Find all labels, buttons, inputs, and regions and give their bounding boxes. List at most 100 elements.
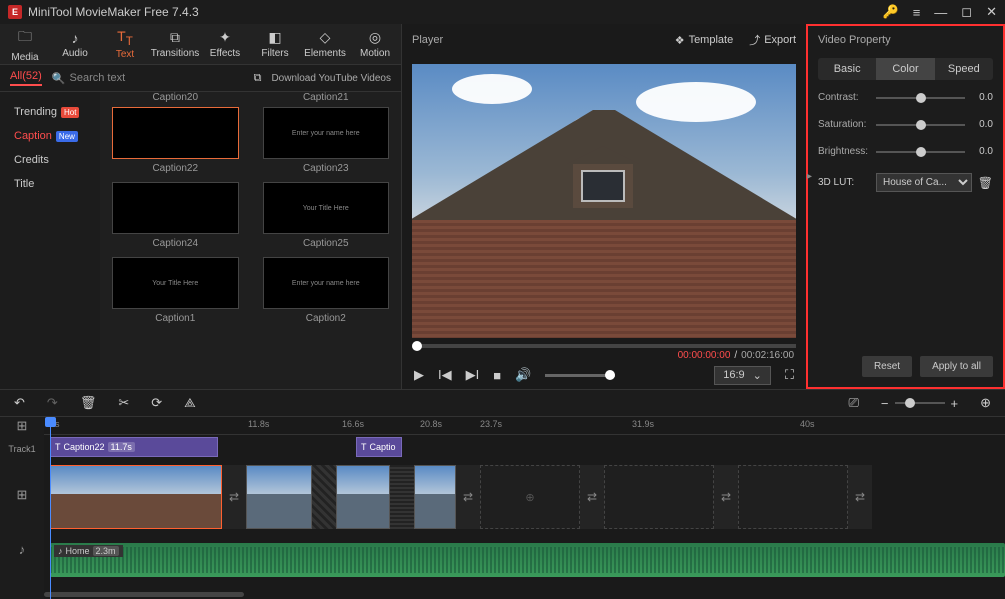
timeline-settings-icon[interactable]: ⊞ <box>0 417 44 435</box>
expand-panel-icon[interactable]: ▸ <box>807 171 812 182</box>
empty-clip-slot[interactable] <box>738 465 848 529</box>
volume-icon[interactable]: 🔊 <box>515 367 531 383</box>
play-button[interactable]: ▶ <box>414 367 424 383</box>
caption-preview <box>112 182 239 234</box>
playhead[interactable] <box>50 417 51 599</box>
redo-button[interactable]: ↷ <box>47 395 58 411</box>
menu-icon[interactable]: ≡ <box>913 5 921 20</box>
seg-color[interactable]: Color <box>876 58 934 80</box>
search-placeholder: Search text <box>70 72 126 84</box>
minimize-button[interactable]: — <box>934 5 947 20</box>
button-label: Template <box>689 34 734 46</box>
ruler-tick: 40s <box>800 419 815 429</box>
search-input[interactable]: 🔍 Search text <box>52 72 244 85</box>
timeline-scrollbar[interactable] <box>44 592 244 597</box>
caption-thumb[interactable]: Caption22 <box>112 107 239 174</box>
saturation-slider[interactable] <box>876 124 965 126</box>
tab-effects[interactable]: ✦Effects <box>200 24 250 64</box>
delete-button[interactable]: 🗑 <box>80 395 97 411</box>
zoom-out-button[interactable]: − <box>881 396 889 411</box>
maximize-button[interactable]: ◻ <box>961 4 972 20</box>
transition-slot[interactable] <box>312 465 336 529</box>
audio-track-icon[interactable]: ♪ <box>0 527 44 571</box>
download-youtube-link[interactable]: Download YouTube Videos <box>271 73 391 84</box>
tab-transitions[interactable]: ⧉Transitions <box>150 24 200 64</box>
video-clip[interactable] <box>336 465 390 529</box>
video-clip[interactable] <box>414 465 456 529</box>
sidebar-item-caption[interactable]: CaptionNew <box>0 124 100 148</box>
ruler-tick: 11.8s <box>248 419 269 429</box>
lut-delete-icon[interactable]: 🗑 <box>978 176 993 190</box>
next-frame-button[interactable]: ▶I <box>466 367 480 383</box>
sidebar-item-title[interactable]: Title <box>0 172 100 196</box>
transition-slot[interactable]: ⇄ <box>456 465 480 529</box>
tab-audio[interactable]: ♪Audio <box>50 24 100 64</box>
clip-label: Caption22 <box>64 442 105 452</box>
mixer-icon[interactable]: ⎚ <box>849 395 859 411</box>
close-button[interactable]: ✕ <box>986 4 997 20</box>
speed-button[interactable]: ⟳ <box>151 395 162 411</box>
filter-all[interactable]: All(52) <box>10 70 42 86</box>
fullscreen-button[interactable]: ⛶ <box>785 367 794 383</box>
volume-slider[interactable] <box>545 374 615 377</box>
progress-bar[interactable] <box>412 344 796 348</box>
lut-select[interactable]: House of Ca... <box>876 173 972 192</box>
caption-thumb[interactable]: Your Title HereCaption25 <box>263 182 390 249</box>
tab-media[interactable]: 🗀Media <box>0 24 50 64</box>
transition-slot[interactable]: ⇄ <box>222 465 246 529</box>
caption-preview <box>112 107 239 159</box>
zoom-in-button[interactable]: + <box>951 396 959 411</box>
apply-all-button[interactable]: Apply to all <box>920 356 993 377</box>
seg-speed[interactable]: Speed <box>935 58 993 80</box>
zoom-slider[interactable] <box>895 402 945 404</box>
template-button[interactable]: ❖Template <box>675 34 734 47</box>
caption-clip[interactable]: T Captio <box>356 437 402 457</box>
clip-label: Home <box>66 546 90 556</box>
contrast-slider[interactable] <box>876 97 965 99</box>
transition-slot[interactable]: ⇄ <box>714 465 738 529</box>
audio-clip[interactable]: ♪ Home 2.3m <box>50 543 1005 577</box>
sidebar-item-trending[interactable]: TrendingHot <box>0 100 100 124</box>
zoom-fit-button[interactable]: ⊕ <box>980 395 991 411</box>
sidebar-item-credits[interactable]: Credits <box>0 148 100 172</box>
transition-slot[interactable]: ⇄ <box>848 465 872 529</box>
sidebar-item-label: Title <box>14 178 34 190</box>
undo-button[interactable]: ↶ <box>14 395 25 411</box>
crop-button[interactable]: ⟁ <box>184 395 196 411</box>
download-icon: ⧉ <box>254 72 262 85</box>
license-key-icon[interactable]: 🔑 <box>883 4 899 20</box>
tab-elements[interactable]: ◇Elements <box>300 24 350 64</box>
caption-thumb[interactable]: Enter your name hereCaption23 <box>263 107 390 174</box>
caption-thumb[interactable]: Enter your name hereCaption2 <box>263 257 390 324</box>
text-clip-icon: T <box>361 442 367 452</box>
timeline-ruler[interactable]: 0s 11.8s 16.6s 20.8s 23.7s 31.9s 40s <box>44 417 1005 435</box>
prev-frame-button[interactable]: I◀ <box>438 367 452 383</box>
video-preview[interactable] <box>412 64 796 338</box>
tab-motion[interactable]: ◎Motion <box>350 24 400 64</box>
aspect-ratio-select[interactable]: 16:9⌄ <box>714 366 771 385</box>
seg-basic[interactable]: Basic <box>818 58 876 80</box>
export-button[interactable]: ⤴Export <box>749 32 796 48</box>
caption-thumb[interactable]: Caption24 <box>112 182 239 249</box>
stop-button[interactable]: ■ <box>493 368 501 383</box>
caption-thumb[interactable]: Your Title HereCaption1 <box>112 257 239 324</box>
clip-duration: 11.7s <box>108 442 135 452</box>
transition-slot[interactable] <box>390 465 414 529</box>
brightness-slider[interactable] <box>876 151 965 153</box>
reset-button[interactable]: Reset <box>862 356 912 377</box>
panel-title: Video Property <box>808 26 1003 54</box>
empty-clip-slot[interactable]: ⊕ <box>480 465 580 529</box>
empty-clip-slot[interactable] <box>604 465 714 529</box>
video-clip[interactable] <box>246 465 312 529</box>
caption-clip[interactable]: T Caption22 11.7s <box>50 437 218 457</box>
tab-filters[interactable]: ◧Filters <box>250 24 300 64</box>
tab-text[interactable]: TTText <box>100 24 150 64</box>
tab-label: Filters <box>261 48 288 59</box>
video-track-icon[interactable]: ⊞ <box>0 463 44 527</box>
prop-label: 3D LUT: <box>818 177 870 188</box>
video-clip[interactable] <box>50 465 222 529</box>
split-button[interactable]: ✂ <box>118 395 129 411</box>
sidebar-item-label: Trending <box>14 106 57 118</box>
transition-slot[interactable]: ⇄ <box>580 465 604 529</box>
time-sep: / <box>734 350 737 361</box>
